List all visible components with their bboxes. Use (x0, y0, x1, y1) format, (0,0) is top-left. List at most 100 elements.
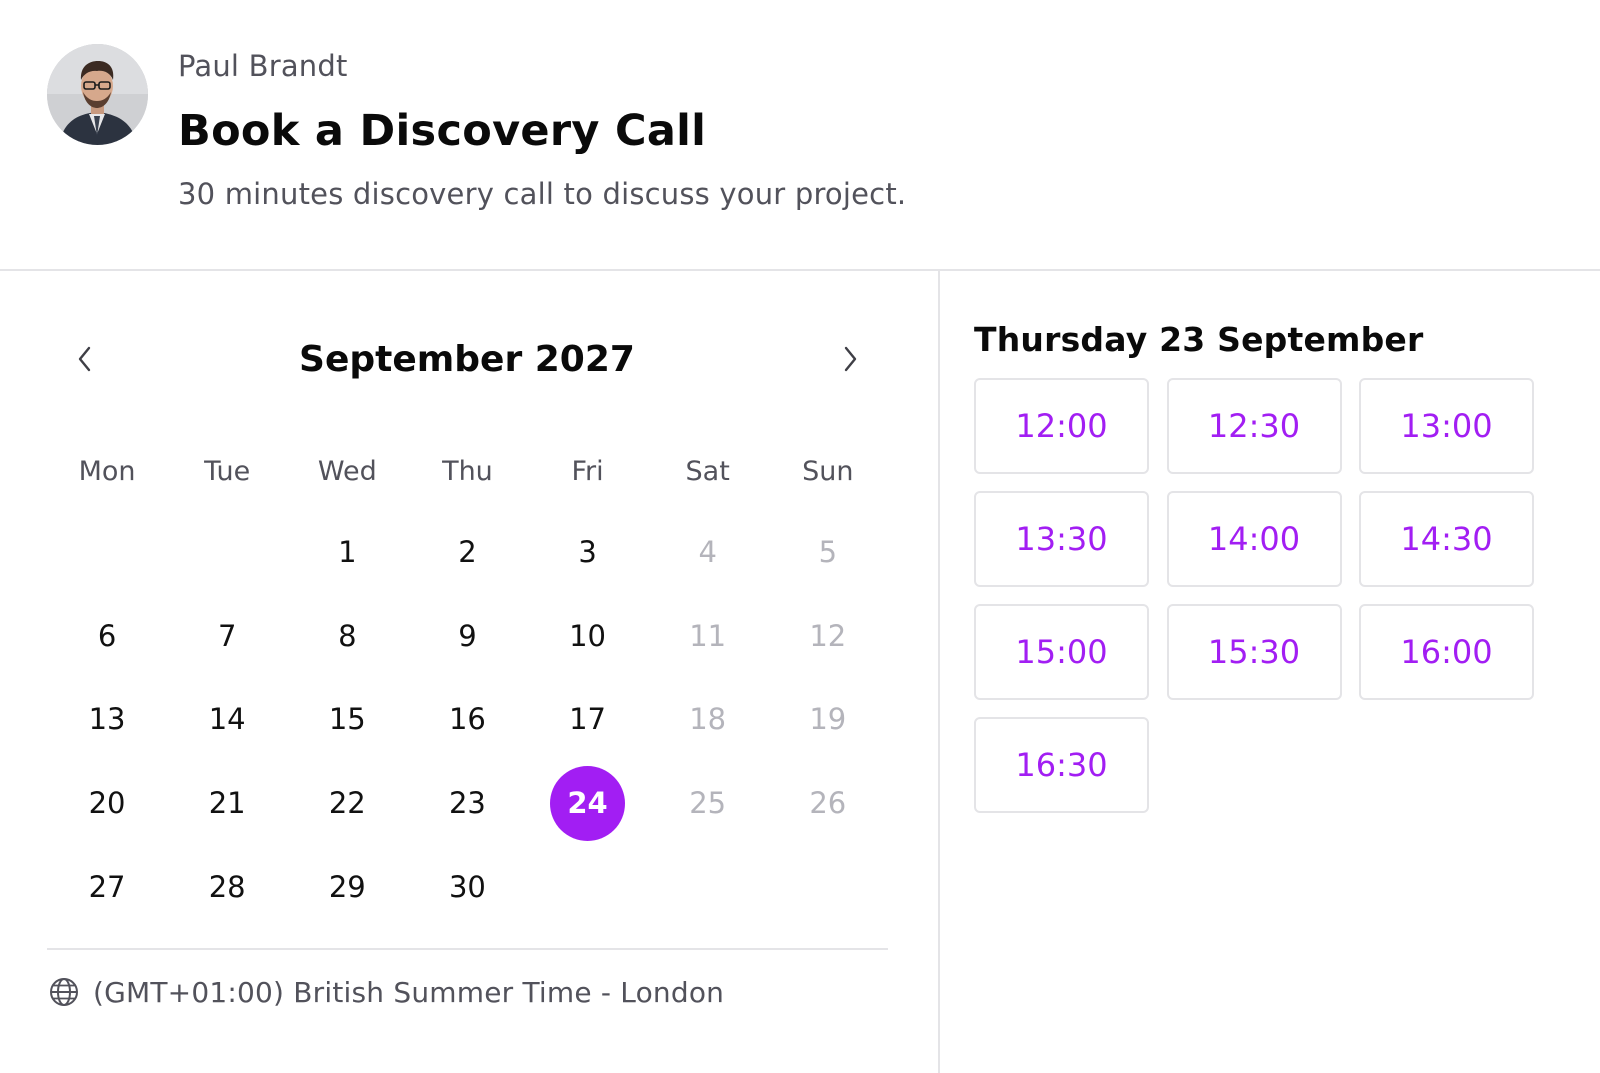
event-description: 30 minutes discovery call to discuss you… (178, 177, 907, 211)
weekday-label: Thu (442, 456, 493, 487)
calendar-day: 19 (768, 678, 888, 762)
day-number: 14 (208, 702, 246, 737)
day-number: 6 (97, 618, 117, 653)
timezone-label: (GMT+01:00) British Summer Time - London (93, 975, 725, 1009)
empty-day-cell (47, 510, 167, 594)
day-number: 18 (689, 702, 727, 737)
time-slot-button[interactable]: 14:30 (1359, 491, 1534, 587)
calendar-day[interactable]: 3 (528, 510, 648, 594)
day-number: 15 (328, 702, 366, 737)
calendar-day[interactable]: 23 (407, 761, 527, 845)
time-slot-button[interactable]: 13:30 (974, 491, 1149, 587)
calendar-day[interactable]: 21 (167, 761, 287, 845)
time-slot-button[interactable]: 14:00 (1166, 491, 1342, 587)
calendar-day: 4 (648, 510, 768, 594)
weekday-header: Mon Tue Wed Thu Fri Sat Sun (47, 452, 888, 492)
calendar-day: 5 (768, 510, 888, 594)
day-number: 25 (689, 786, 727, 821)
day-number: 12 (809, 618, 847, 653)
day-number: 21 (208, 786, 246, 821)
weekday-label: Tue (204, 456, 251, 487)
day-number: 11 (689, 618, 727, 653)
event-header: Paul Brandt Book a Discovery Call 30 min… (0, 0, 1600, 271)
avatar-photo (47, 44, 148, 145)
calendar-day[interactable]: 8 (287, 594, 407, 678)
day-number: 9 (458, 618, 477, 653)
time-slot-button[interactable]: 12:00 (974, 378, 1149, 474)
calendar-day: 12 (768, 594, 888, 678)
day-number: 17 (569, 702, 607, 737)
calendar-day: 18 (648, 678, 768, 762)
panel-divider (938, 271, 940, 1073)
calendar-day[interactable]: 29 (287, 845, 407, 929)
host-name: Paul Brandt (178, 49, 348, 83)
time-slot-button[interactable]: 13:00 (1359, 378, 1534, 474)
calendar-day[interactable]: 1 (287, 510, 407, 594)
weekday-label: Fri (571, 456, 604, 487)
next-month-button[interactable] (828, 337, 872, 381)
day-number: 13 (88, 702, 126, 737)
day-number: 7 (217, 618, 237, 653)
day-number: 30 (448, 869, 486, 904)
day-number: 1 (338, 534, 357, 569)
day-number: 24 (550, 765, 626, 841)
event-title: Book a Discovery Call (178, 106, 707, 156)
day-number: 4 (698, 534, 717, 569)
calendar-day[interactable]: 16 (407, 678, 527, 762)
selected-date-heading: Thursday 23 September (974, 320, 1424, 359)
calendar-day[interactable]: 28 (167, 845, 287, 929)
day-number: 20 (88, 786, 126, 821)
calendar-day[interactable]: 30 (407, 845, 527, 929)
calendar-day-selected[interactable]: 24 (528, 761, 648, 845)
calendar-day[interactable]: 6 (47, 594, 167, 678)
calendar-grid: 1 2 3 4 5 6 7 8 9 10 11 12 13 14 15 16 17 18 19 20 21 22 23 24 2… (47, 510, 888, 929)
day-number: 28 (208, 869, 246, 904)
avatar (47, 44, 148, 145)
day-number: 22 (328, 786, 366, 821)
day-number: 10 (569, 618, 607, 653)
time-slot-list: 12:00 12:30 13:00 13:30 14:00 14:30 15:00 15:30… (974, 378, 1534, 813)
weekday-label: Sat (685, 456, 730, 487)
weekday-label: Wed (317, 456, 377, 487)
calendar-day[interactable]: 14 (167, 678, 287, 762)
day-number: 2 (458, 534, 477, 569)
day-number: 8 (338, 618, 357, 653)
chevron-left-icon (78, 346, 91, 372)
calendar-day[interactable]: 7 (167, 594, 287, 678)
empty-day-cell (167, 510, 287, 594)
calendar-day: 11 (648, 594, 768, 678)
calendar-day[interactable]: 17 (528, 678, 648, 762)
calendar-day: 26 (768, 761, 888, 845)
calendar-day[interactable]: 27 (47, 845, 167, 929)
calendar-day[interactable]: 9 (407, 594, 527, 678)
booking-page: Paul Brandt Book a Discovery Call 30 min… (0, 0, 1600, 1073)
globe-icon (47, 975, 81, 1009)
calendar-divider (47, 948, 888, 950)
calendar-day[interactable]: 20 (47, 761, 167, 845)
calendar-day: 25 (648, 761, 768, 845)
calendar-day[interactable]: 2 (407, 510, 527, 594)
calendar-day[interactable]: 15 (287, 678, 407, 762)
month-label: September 2027 (299, 339, 635, 380)
chevron-right-icon (844, 346, 857, 372)
day-number: 5 (818, 534, 838, 569)
calendar-day[interactable]: 10 (528, 594, 648, 678)
day-number: 26 (809, 786, 847, 821)
day-number: 3 (578, 534, 597, 569)
day-number: 23 (448, 786, 486, 821)
weekday-label: Mon (78, 456, 136, 487)
timezone-selector[interactable]: (GMT+01:00) British Summer Time - London (47, 972, 724, 1012)
day-number: 29 (328, 869, 366, 904)
time-slot-button[interactable]: 16:00 (1359, 604, 1534, 700)
previous-month-button[interactable] (63, 337, 107, 381)
weekday-label: Sun (802, 456, 854, 487)
day-number: 19 (809, 702, 847, 737)
calendar-day[interactable]: 13 (47, 678, 167, 762)
time-slot-button[interactable]: 15:00 (974, 604, 1149, 700)
time-slot-button[interactable]: 16:30 (974, 717, 1149, 813)
calendar-day[interactable]: 22 (287, 761, 407, 845)
day-number: 16 (448, 702, 486, 737)
day-number: 27 (88, 869, 126, 904)
time-slot-button[interactable]: 12:30 (1166, 378, 1342, 474)
time-slot-button[interactable]: 15:30 (1166, 604, 1342, 700)
